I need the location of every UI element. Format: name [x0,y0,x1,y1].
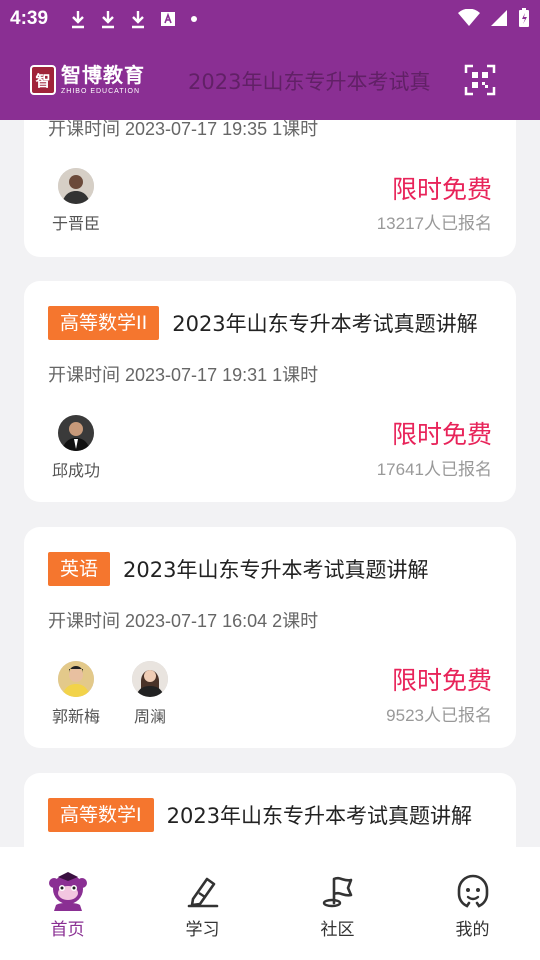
signup-count: 17641人已报名 [376,460,492,479]
nav-label: 学习 [185,920,220,940]
nav-label: 我的 [455,920,490,940]
course-card[interactable]: 英语 2023年山东专升本考试真题讲解 开课时间 2023-07-17 16:0… [24,527,516,748]
status-time: 4:39 [10,8,49,29]
banner-title[interactable]: 2023年山东专升本考试真 [188,66,430,96]
download-icon [132,11,145,29]
signup-count: 9523人已报名 [386,706,492,725]
course-time: 开课时间 2023-07-17 16:04 2课时 [48,611,319,631]
course-card[interactable]: 开课时间 2023-07-17 19:35 1课时 于晋臣 限时免费 13217… [24,120,516,257]
course-time: 开课时间 2023-07-17 19:35 1课时 [48,120,319,139]
teacher-name: 邱成功 [51,461,100,480]
battery-charging-icon [519,8,529,27]
course-title: 2023年山东专升本考试真题讲解 [172,312,478,336]
nav-study[interactable]: 学习 [135,847,270,960]
brand-logo: 智 智博教育 ZHIBO EDUCATION [30,62,176,98]
price-label: 限时免费 [391,175,492,204]
smiley-icon [451,869,495,913]
teacher-list: 郭新梅 周澜 [48,661,178,727]
signal-icon [491,10,507,26]
teacher: 郭新梅 [48,661,104,727]
course-list[interactable]: 开课时间 2023-07-17 19:35 1课时 于晋臣 限时免费 13217… [0,120,540,847]
price-label: 限时免费 [391,420,492,449]
teacher: 邱成功 [48,415,104,481]
system-icons [458,8,530,28]
dot-icon [191,16,198,22]
teacher-avatar [58,661,94,697]
logo-badge-icon: 智 [30,65,56,95]
course-card[interactable]: 高等数学II 2023年山东专升本考试真题讲解 开课时间 2023-07-17 … [24,281,516,502]
nav-profile[interactable]: 我的 [405,847,540,960]
teacher-avatar [58,415,94,451]
home-mascot-icon [46,869,90,913]
flag-icon [316,869,360,913]
signup-count: 13217人已报名 [376,214,492,233]
teacher: 于晋臣 [48,168,104,234]
subject-tag: 高等数学I [48,798,154,832]
price-label: 限时免费 [391,666,492,695]
subject-tag: 英语 [48,552,111,586]
font-app-icon [161,12,176,26]
teacher-avatar [132,661,168,697]
app-header: 智 智博教育 ZHIBO EDUCATION 2023年山东专升本考试真 [0,38,540,120]
download-icon [102,11,115,29]
course-card[interactable]: 高等数学I 2023年山东专升本考试真题讲解 [24,773,516,847]
teacher-list: 于晋臣 [48,168,104,234]
nav-community[interactable]: 社区 [270,847,405,960]
nav-label: 首页 [50,920,85,940]
teacher-name: 郭新梅 [51,707,100,726]
teacher-name: 周澜 [133,707,166,726]
logo-name: 智博教育 [61,63,145,87]
nav-home[interactable]: 首页 [0,847,135,960]
course-time: 开课时间 2023-07-17 19:31 1课时 [48,365,319,385]
wifi-icon [458,9,480,26]
course-title: 2023年山东专升本考试真题讲解 [123,558,429,582]
teacher-name: 于晋臣 [51,214,100,233]
nav-label: 社区 [320,920,355,940]
status-bar: 4:39 [0,0,540,38]
pen-icon [181,869,225,913]
teacher-list: 邱成功 [48,415,104,481]
qr-scan-icon[interactable] [464,64,496,96]
teacher: 周澜 [122,661,178,727]
subject-tag: 高等数学II [48,306,160,340]
bottom-nav: 首页 学习 社区 我的 [0,847,540,960]
download-icon [72,11,85,29]
logo-subtitle: ZHIBO EDUCATION [61,88,141,95]
notification-icons [70,9,198,29]
teacher-avatar [58,168,94,204]
course-title: 2023年山东专升本考试真题讲解 [166,804,473,828]
